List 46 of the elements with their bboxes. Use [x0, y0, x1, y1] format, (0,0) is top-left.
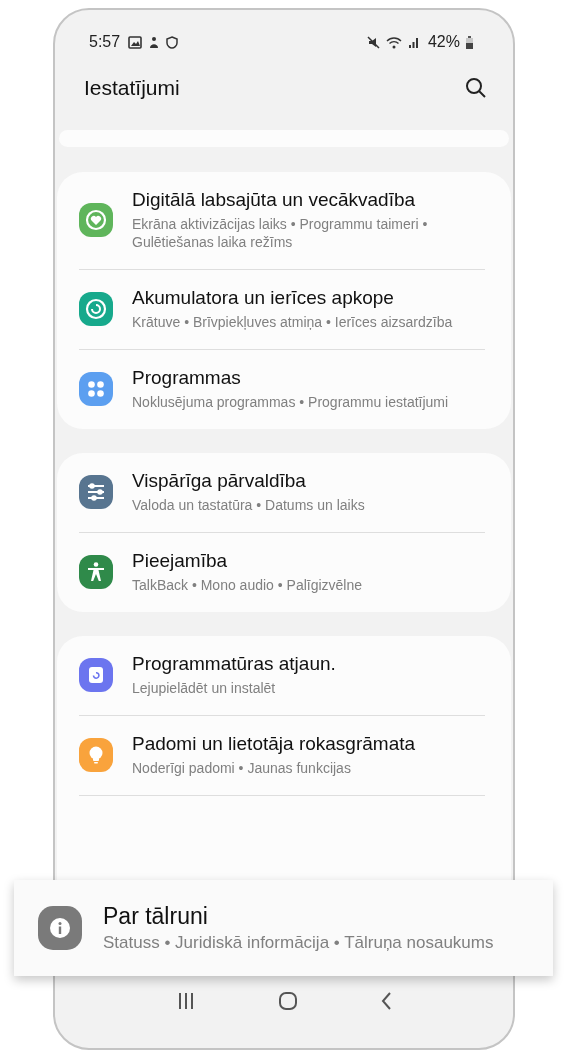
item-subtitle: Noklusējuma programmas • Programmu iestatījumi	[132, 393, 449, 411]
info-icon	[38, 906, 82, 950]
sliders-icon	[79, 474, 113, 509]
heart-ring-icon	[79, 202, 113, 237]
item-title: Akumulatora un ierīces apkope	[132, 286, 395, 310]
wifi-icon	[385, 35, 402, 49]
four-dots-icon	[79, 371, 113, 406]
settings-item[interactable]: Pieejamība TalkBack • Mono audio • Palīgizvēlne	[79, 533, 485, 612]
item-subtitle: Noderīgi padomi • Jaunas funkcijas	[132, 759, 352, 777]
settings-item[interactable]: Programmas Noklusējuma programmas • Programmu iestatījumi	[79, 350, 485, 429]
shield-icon	[166, 35, 179, 49]
battery-percent: 42%	[427, 33, 460, 51]
item-title: Pieejamība	[132, 549, 229, 573]
item-subtitle: Valoda un tastatūra • Datums un laiks	[132, 496, 365, 514]
item-title: Par tālruni	[103, 902, 209, 930]
item-subtitle: Lejupielādēt un instalēt	[132, 679, 277, 697]
page-title: Iestatījumi	[84, 76, 180, 100]
item-subtitle: TalkBack • Mono audio • Palīgizvēlne	[132, 576, 363, 594]
item-title: Programmas	[132, 366, 242, 390]
item-title: Digitālā labsajūta un vecākvadība	[132, 188, 417, 212]
battery-icon	[466, 35, 473, 49]
back-icon[interactable]	[380, 990, 392, 1011]
signal-icon	[407, 35, 420, 49]
settings-item[interactable]: Vispārīga pārvaldība Valoda un tastatūra • Datums un laiks	[79, 453, 485, 533]
item-subtitle: Ekrāna aktivizācijas laiks • Programmu taimeri • Gulētiešanas laika režīms	[132, 215, 429, 251]
refresh-ring-icon	[79, 291, 113, 326]
item-subtitle: Statuss • Juridiskā informācija • Tālruņa nosaukums	[103, 932, 494, 954]
mute-icon	[366, 35, 380, 49]
person-icon	[79, 554, 113, 589]
home-icon[interactable]	[278, 990, 298, 1011]
settings-item[interactable]: Padomi un lietotāja rokasgrāmata Noderīgi padomi • Jaunas funkcijas	[79, 716, 485, 796]
search-icon[interactable]	[465, 77, 487, 99]
update-icon	[79, 657, 113, 692]
lightbulb-icon	[79, 737, 113, 772]
item-title: Padomi un lietotāja rokasgrāmata	[132, 732, 416, 756]
image-icon	[128, 35, 143, 49]
figure-icon	[148, 35, 161, 49]
settings-item[interactable]: Digitālā labsajūta un vecākvadība Ekrāna aktivizācijas laiks • Programmu taimeri • Gulētiešanas laika režīms	[79, 172, 485, 270]
recents-icon[interactable]	[176, 991, 196, 1010]
settings-item[interactable]: Akumulatora un ierīces apkope Krātuve • Brīvpiekļuves atmiņa • Ierīces aizsardzība	[79, 270, 485, 350]
settings-item[interactable]: Programmatūras atjaun. Lejupielādēt un instalēt	[79, 636, 485, 716]
status-time: 5:57	[89, 33, 121, 51]
highlighted-item[interactable]: Par tālruni Statuss • Juridiskā informācija • Tālruņa nosaukums	[14, 880, 553, 976]
item-title: Vispārīga pārvaldība	[132, 469, 307, 493]
item-subtitle: Krātuve • Brīvpiekļuves atmiņa • Ierīces aizsardzība	[132, 313, 453, 331]
item-title: Programmatūras atjaun.	[132, 652, 336, 676]
